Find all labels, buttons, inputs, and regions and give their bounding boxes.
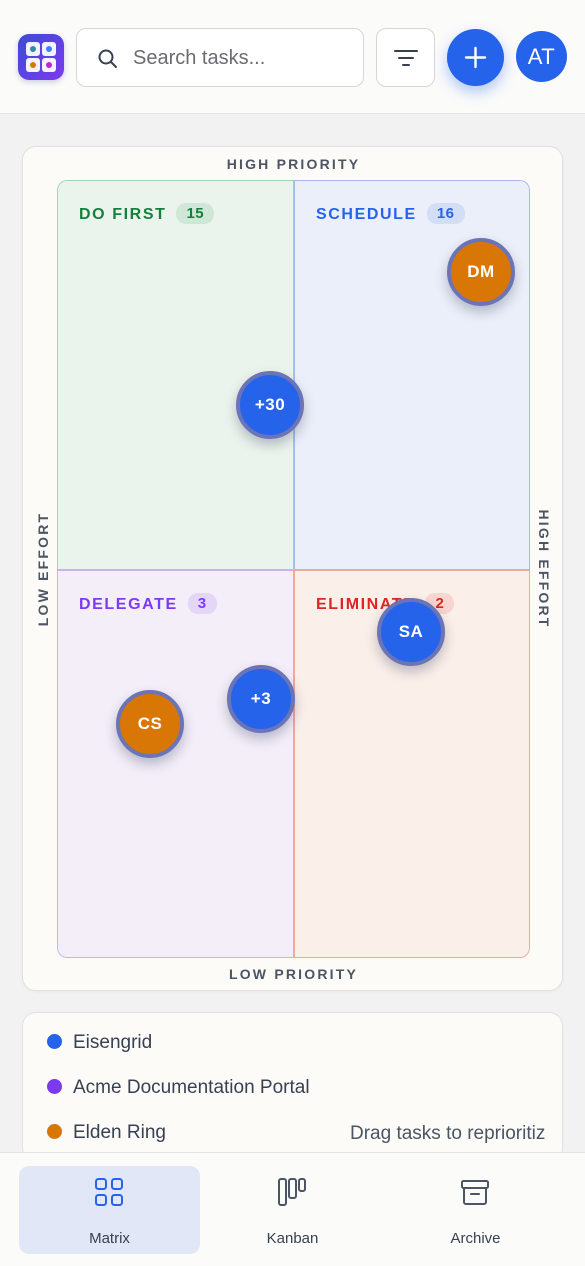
count-badge: 3 bbox=[187, 593, 217, 614]
task-dot-dm[interactable]: DM bbox=[447, 238, 515, 306]
bottom-navigation: Matrix Kanban Archive bbox=[0, 1152, 585, 1266]
legend-item[interactable]: Eisengrid bbox=[47, 1032, 152, 1054]
task-cluster-dot[interactable]: +30 bbox=[236, 371, 304, 439]
nav-archive[interactable]: Archive bbox=[385, 1166, 566, 1254]
drag-hint: Drag tasks to reprioritiz bbox=[350, 1123, 546, 1144]
search-box[interactable] bbox=[76, 28, 364, 87]
quadrant-title: DELEGATE 3 bbox=[79, 593, 217, 614]
axis-label-right: HIGH EFFORT bbox=[536, 509, 552, 629]
color-dot bbox=[47, 1079, 62, 1094]
quadrant-title: SCHEDULE 16 bbox=[316, 203, 465, 224]
count-badge: 16 bbox=[426, 203, 465, 224]
grid-icon bbox=[95, 1178, 123, 1206]
search-input[interactable] bbox=[133, 41, 353, 75]
quadrant-schedule[interactable]: SCHEDULE 16 bbox=[294, 180, 530, 570]
nav-kanban[interactable]: Kanban bbox=[202, 1166, 383, 1254]
legend-item[interactable]: Elden Ring bbox=[47, 1122, 166, 1144]
filter-lines-icon bbox=[394, 50, 418, 66]
nav-label: Kanban bbox=[266, 1230, 319, 1247]
nav-label: Matrix bbox=[89, 1230, 130, 1247]
task-dot-cs[interactable]: CS bbox=[116, 690, 184, 758]
legend-item[interactable]: Acme Documentation Portal bbox=[47, 1077, 310, 1099]
quadrant-title: DO FIRST 15 bbox=[79, 203, 215, 224]
filter-button[interactable] bbox=[376, 28, 435, 87]
quadrant-delegate[interactable]: DELEGATE 3 bbox=[57, 570, 294, 958]
color-dot bbox=[47, 1034, 62, 1049]
kanban-icon bbox=[278, 1178, 306, 1206]
task-dot-sa[interactable]: SA bbox=[377, 598, 445, 666]
search-icon bbox=[98, 49, 117, 68]
archive-box-icon bbox=[461, 1180, 489, 1205]
nav-label: Archive bbox=[450, 1230, 501, 1247]
axis-label-bottom: LOW PRIORITY bbox=[228, 966, 359, 982]
nav-matrix[interactable]: Matrix bbox=[19, 1166, 200, 1254]
axis-label-left: LOW EFFORT bbox=[35, 511, 51, 627]
plus-icon bbox=[464, 46, 487, 69]
color-dot bbox=[47, 1124, 62, 1139]
priority-matrix: HIGH PRIORITY LOW PRIORITY LOW EFFORT HI… bbox=[22, 146, 563, 991]
user-avatar[interactable]: AT bbox=[516, 31, 567, 82]
app-header: AT bbox=[0, 0, 585, 114]
project-legend: Eisengrid Acme Documentation Portal Elde… bbox=[22, 1012, 563, 1162]
add-task-button[interactable] bbox=[447, 29, 504, 86]
task-cluster-dot[interactable]: +3 bbox=[227, 665, 295, 733]
count-badge: 15 bbox=[176, 203, 215, 224]
axis-label-top: HIGH PRIORITY bbox=[226, 156, 361, 172]
app-logo[interactable] bbox=[18, 34, 64, 80]
